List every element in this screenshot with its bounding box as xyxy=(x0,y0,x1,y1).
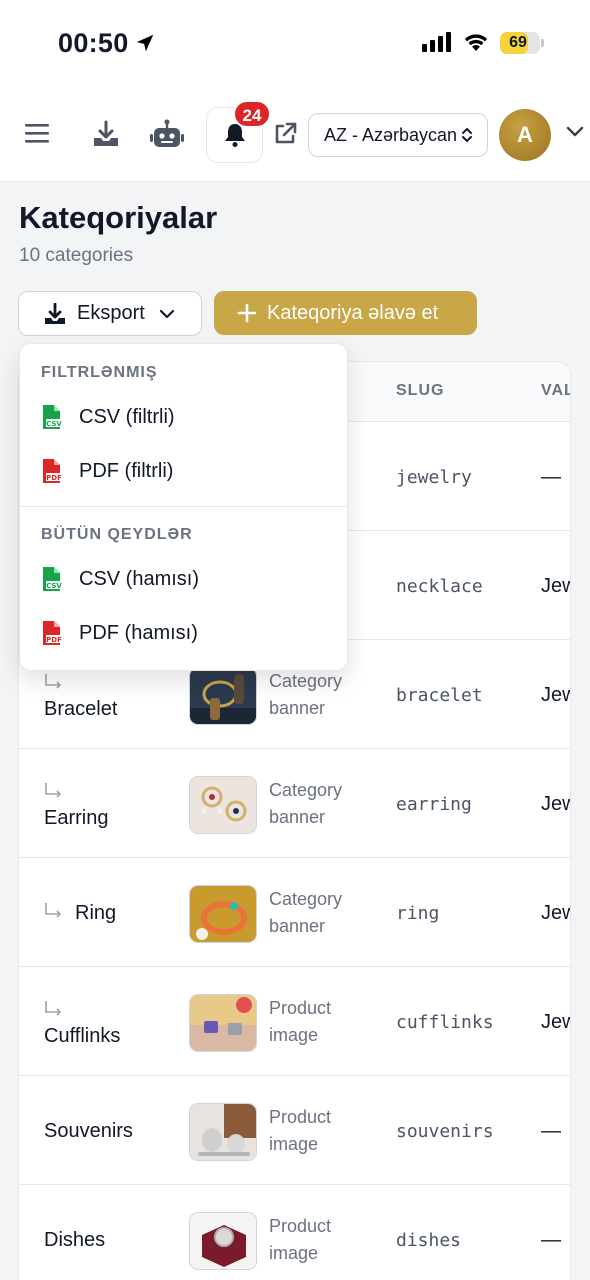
export-button[interactable]: Eksport xyxy=(18,291,202,336)
download-icon xyxy=(45,302,65,324)
status-bar: 00:50 69 xyxy=(0,0,590,88)
export-csv-all[interactable]: CSV CSV (hamısı) xyxy=(20,556,347,602)
category-count: 10 categories xyxy=(19,245,134,266)
category-image xyxy=(189,1212,257,1270)
subcategory-arrow-icon xyxy=(45,674,62,689)
table-row[interactable]: Souvenirs Product image souvenirs — xyxy=(19,1076,570,1185)
battery-level: 69 xyxy=(509,34,527,51)
export-pdf-all[interactable]: PDF PDF (hamısı) xyxy=(20,610,347,656)
location-arrow-icon xyxy=(136,34,154,52)
add-category-label: Kateqoriya əlavə et xyxy=(267,301,439,324)
table-row[interactable]: Ring Category banner ring Jewelry xyxy=(19,858,570,967)
category-name[interactable]: Bracelet xyxy=(44,698,117,721)
category-parent: Jewelry xyxy=(541,793,570,815)
all-records-section-heading: BÜTÜN QEYDLƏR xyxy=(41,526,193,543)
select-updown-icon xyxy=(462,127,472,143)
svg-text:PDF: PDF xyxy=(46,474,62,482)
category-slug: necklace xyxy=(396,576,483,597)
subcategory-arrow-icon xyxy=(45,783,62,798)
pdf-file-icon: PDF xyxy=(43,621,62,645)
category-parent: Jewelry xyxy=(541,684,570,706)
table-row[interactable]: Cufflinks Product image cufflinks Jewelr… xyxy=(19,967,570,1076)
export-pdf-filtered[interactable]: PDF PDF (filtrli) xyxy=(20,448,347,494)
image-label: Category banner xyxy=(269,671,343,718)
filtered-section-heading: FILTRLƏNMIŞ xyxy=(41,364,158,381)
plus-icon xyxy=(237,303,257,323)
export-button-label: Eksport xyxy=(77,302,145,324)
category-name[interactable]: Dishes xyxy=(44,1229,105,1252)
category-slug: cufflinks xyxy=(396,1012,494,1033)
user-avatar[interactable]: A xyxy=(499,109,551,161)
category-image xyxy=(189,776,257,834)
column-header-slug[interactable]: SLUG xyxy=(396,382,444,400)
status-time: 00:50 xyxy=(58,28,129,58)
language-select-value: AZ - Azərbaycan xyxy=(324,125,458,145)
category-image xyxy=(189,994,257,1052)
cellular-signal-icon xyxy=(422,32,451,52)
category-parent: Jewelry xyxy=(541,575,570,597)
category-slug: dishes xyxy=(396,1230,462,1251)
table-row[interactable]: Earring Category banner earring Jewelry xyxy=(19,749,570,858)
category-name[interactable]: Earring xyxy=(44,807,108,830)
svg-text:CSV: CSV xyxy=(46,582,62,590)
page-title: Kateqoriyalar xyxy=(19,200,218,235)
export-csv-filtered[interactable]: CSV CSV (filtrli) xyxy=(20,394,347,440)
category-name[interactable]: Cufflinks xyxy=(44,1025,120,1048)
chevron-down-icon[interactable] xyxy=(566,126,584,138)
wifi-icon xyxy=(464,34,488,51)
category-parent: — xyxy=(541,1229,561,1251)
subcategory-arrow-icon xyxy=(45,1001,62,1016)
add-category-button[interactable]: Kateqoriya əlavə et xyxy=(214,291,477,335)
language-select[interactable]: AZ - Azərbaycan xyxy=(308,113,488,157)
category-slug: bracelet xyxy=(396,685,483,706)
subcategory-arrow-icon xyxy=(45,903,62,918)
export-csv-all-label: CSV (hamısı) xyxy=(79,567,200,590)
notification-count-badge: 24 xyxy=(233,100,271,128)
category-name[interactable]: Ring xyxy=(75,902,116,925)
export-pdf-filtered-label: PDF (filtrli) xyxy=(79,459,174,482)
robot-icon[interactable] xyxy=(150,118,184,150)
menu-divider xyxy=(20,506,347,507)
export-dropdown-menu: FILTRLƏNMIŞ CSV CSV (filtrli) PDF PDF (f… xyxy=(19,343,348,671)
svg-text:CSV: CSV xyxy=(46,420,62,428)
category-parent: — xyxy=(541,466,561,488)
chevron-down-icon xyxy=(159,309,174,318)
csv-file-icon: CSV xyxy=(43,567,62,591)
image-label: Product image xyxy=(269,1107,332,1154)
export-pdf-all-label: PDF (hamısı) xyxy=(79,621,198,644)
category-image xyxy=(189,1103,257,1161)
image-label: Category banner xyxy=(269,780,343,827)
category-parent: Jewelry xyxy=(541,902,570,924)
category-image xyxy=(189,667,257,725)
image-label: Category banner xyxy=(269,889,343,936)
category-name[interactable]: Souvenirs xyxy=(44,1120,133,1143)
category-slug: ring xyxy=(396,903,440,924)
category-parent: — xyxy=(541,1120,561,1142)
image-label: Product image xyxy=(269,1216,332,1263)
pdf-file-icon: PDF xyxy=(43,459,62,483)
column-header-parent[interactable]: VALİDEYN xyxy=(541,382,570,400)
category-parent: Jewelry xyxy=(541,1011,570,1033)
menu-icon[interactable] xyxy=(24,121,50,145)
category-slug: earring xyxy=(396,794,472,815)
battery-icon: 69 xyxy=(500,32,540,54)
export-csv-filtered-label: CSV (filtrli) xyxy=(79,405,175,428)
category-image xyxy=(189,885,257,943)
table-row[interactable]: Dishes Product image dishes — xyxy=(19,1185,570,1280)
category-slug: souvenirs xyxy=(396,1121,494,1142)
external-link-icon[interactable] xyxy=(272,121,298,147)
download-icon[interactable] xyxy=(91,119,121,149)
category-slug: jewelry xyxy=(396,467,472,488)
svg-text:PDF: PDF xyxy=(46,636,62,644)
image-label: Product image xyxy=(269,998,332,1045)
csv-file-icon: CSV xyxy=(43,405,62,429)
